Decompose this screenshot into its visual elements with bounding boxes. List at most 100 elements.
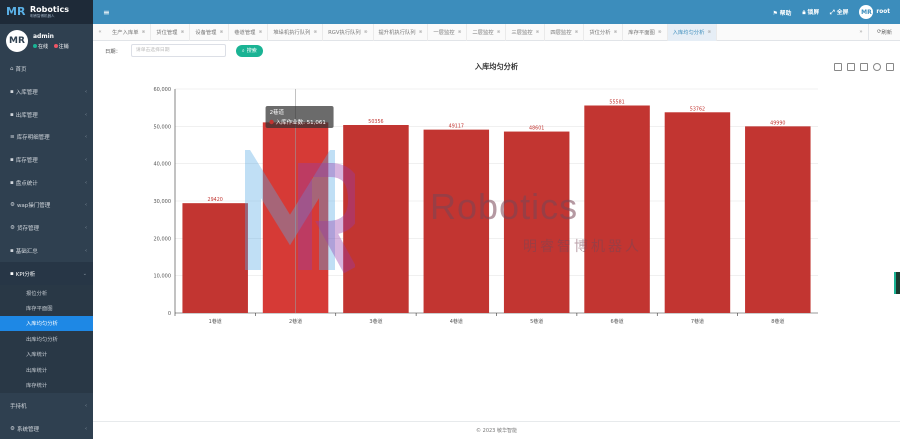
sidebar-item-inventory[interactable]: ▪ 盘点统计 ‹ [0, 171, 93, 194]
help-label: 帮助 [779, 10, 792, 17]
sidebar-item-label: 手持机 [10, 403, 27, 410]
chart-bar[interactable] [745, 126, 811, 313]
help-button[interactable]: ⚑ 帮助 [773, 8, 792, 17]
tab-label: 四层监控 [550, 30, 572, 36]
chevron-left-icon: ‹ [85, 111, 87, 118]
tab-item[interactable]: 库存平面图 ⊗ [623, 23, 668, 41]
sidebar-item-wap[interactable]: ⚙ wap操门管理 ‹ [0, 194, 93, 217]
tab-label: RGV执行队列 [328, 30, 361, 36]
chart-bar[interactable] [584, 105, 650, 314]
sidebar-item-system[interactable]: ⚙ 系统管理 ‹ [0, 417, 93, 439]
tab-close-icon[interactable]: ⊗ [313, 30, 317, 35]
chevron-left-icon: ‹ [85, 225, 87, 232]
tab-close-icon[interactable]: ⊗ [364, 30, 368, 35]
x-tick-label: 4巷道 [450, 318, 463, 325]
sidebar-item-stock[interactable]: ▪ 库存管理 ‹ [0, 149, 93, 172]
folder-icon: ▪ [10, 89, 14, 96]
lock-label: 锁屏 [807, 10, 820, 16]
tab-close-icon[interactable]: ⊗ [219, 30, 223, 35]
tab-item[interactable]: 设备管理 ⊗ [190, 23, 230, 41]
user-panel: MR admin 在线 注销 [0, 24, 93, 58]
menu-toggle-icon[interactable]: ≡ [103, 8, 110, 17]
tab-close-icon[interactable]: ⊗ [575, 30, 579, 35]
tab-close-icon[interactable]: ⊗ [142, 30, 146, 35]
sidebar-item-stock-detail[interactable]: ≡ 库存明细管理 ‹ [0, 126, 93, 149]
folder-icon: ▪ [10, 157, 14, 164]
sidebar: MR Robotics 明睿智博机器人 MR admin 在线 注销 ⌂ 首页 ▪… [0, 0, 93, 439]
sidebar-item-label: 系统管理 [16, 426, 39, 433]
chevron-left-icon: ‹ [85, 202, 87, 209]
chart-bar[interactable] [503, 131, 570, 313]
chart-bar[interactable] [343, 125, 409, 313]
sidebar-item-label: 货存管理 [16, 226, 39, 233]
sub-item-outbound-stats[interactable]: 出库统计 [0, 362, 93, 377]
tab-item[interactable]: RGV执行队列 ⊗ [323, 23, 374, 41]
tab-item[interactable]: 入库均匀分析 ⊗ [667, 23, 718, 41]
sidebar-item-summary[interactable]: ▪ 基础汇总 ‹ [0, 240, 93, 263]
sidebar-item-label: 库存明细管理 [16, 135, 50, 142]
side-drawer-handle[interactable] [894, 272, 900, 294]
sub-item-outbound-balance[interactable]: 出库均匀分析 [0, 331, 93, 346]
tab-item[interactable]: 堆垛机执行队列 ⊗ [268, 23, 324, 41]
tabs-scroll-right-icon[interactable]: » [854, 29, 868, 35]
tab-item[interactable]: 巷道管理 ⊗ [229, 23, 269, 41]
sidebar-item-kpi[interactable]: ▪ KPI分析 ⌄ [0, 262, 93, 285]
fullscreen-button[interactable]: ⤢ 全屏 [830, 7, 848, 17]
sidebar-item-storage[interactable]: ⚙ 货存管理 ‹ [0, 217, 93, 240]
sidebar-item-outbound[interactable]: ▪ 出库管理 ‹ [0, 103, 93, 126]
tab-item[interactable]: 货位分析 ⊗ [584, 23, 624, 41]
tab-item[interactable]: 提升机执行队列 ⊗ [374, 23, 429, 41]
tab-close-icon[interactable]: ⊗ [180, 30, 184, 35]
chevron-down-icon: ⌄ [82, 270, 87, 277]
avatar[interactable]: MR [6, 30, 28, 52]
chart-bar[interactable] [423, 129, 490, 313]
tab-close-icon[interactable]: ⊗ [614, 30, 618, 35]
sidebar-item-label: 入库管理 [15, 90, 38, 97]
tab-close-icon[interactable]: ⊗ [497, 30, 501, 35]
x-tick-label: 2巷道 [289, 318, 302, 325]
folder-icon: ▪ [10, 111, 14, 118]
tab-close-icon[interactable]: ⊗ [258, 30, 262, 35]
logout-link[interactable]: 注销 [59, 44, 69, 50]
tab-item[interactable]: 货位管理 ⊗ [151, 23, 191, 41]
chart-bar[interactable] [664, 112, 731, 313]
user-avatar: MR [859, 5, 874, 19]
sidebar-item-label: 库存管理 [15, 158, 38, 165]
data-label: 50356 [368, 119, 383, 125]
tab-item[interactable]: 一层监控 ⊗ [428, 23, 468, 41]
sidebar-item-inbound[interactable]: ▪ 入库管理 ‹ [0, 81, 93, 104]
user-menu[interactable]: MR root [859, 5, 890, 19]
folder-open-icon: ▪ [10, 270, 14, 277]
tooltip-category: 2巷道 [270, 108, 285, 116]
folder-icon: ▪ [10, 247, 14, 254]
tabs-scroll-left-icon[interactable]: « [93, 29, 107, 35]
kpi-submenu: 报位分析 库存平面图 入库均匀分析 出库均匀分析 入库统计 出库统计 库存统计 [0, 284, 93, 393]
sub-item-inbound-balance[interactable]: 入库均匀分析 [0, 315, 93, 332]
tab-item[interactable]: 四层监控 ⊗ [545, 23, 585, 41]
tab-item[interactable]: 三层监控 ⊗ [506, 23, 546, 41]
sub-item-location-analysis[interactable]: 报位分析 [0, 285, 93, 300]
sidebar-item-home[interactable]: ⌂ 首页 [0, 58, 93, 81]
tab-label: 入库均匀分析 [672, 30, 705, 36]
refresh-button[interactable]: ⟳ 刷新 [867, 23, 900, 41]
tab-label: 货位管理 [156, 30, 178, 36]
sub-item-stock-plan[interactable]: 库存平面图 [0, 300, 93, 315]
tab-close-icon[interactable]: ⊗ [707, 30, 711, 35]
tab-close-icon[interactable]: ⊗ [419, 30, 423, 35]
y-tick-label: 20,000 [154, 236, 172, 242]
chart-bar[interactable] [182, 203, 248, 313]
tab-close-icon[interactable]: ⊗ [536, 30, 540, 35]
sub-item-inbound-stats[interactable]: 入库统计 [0, 346, 93, 361]
tab-item[interactable]: 二层监控 ⊗ [467, 23, 507, 41]
tab-label: 货位分析 [589, 30, 611, 36]
tab-close-icon[interactable]: ⊗ [658, 30, 662, 35]
sub-item-stock-stats[interactable]: 库存统计 [0, 377, 93, 392]
sidebar-item-handheld[interactable]: 手持机 ‹ [0, 395, 93, 418]
lock-button[interactable]: 🔒︎ 锁屏 [802, 7, 819, 17]
main-content: 日期： ⌕搜索 入库均匀分析 010,00020,00030,00040,000… [93, 41, 900, 421]
tab-close-icon[interactable]: ⊗ [458, 30, 462, 35]
tab-item[interactable]: 生产入库单 ⊗ [107, 23, 152, 41]
logo-icon: MR [6, 5, 26, 18]
logo-subtitle: 明睿智博机器人 [30, 14, 55, 18]
x-tick-label: 5巷道 [530, 318, 543, 325]
